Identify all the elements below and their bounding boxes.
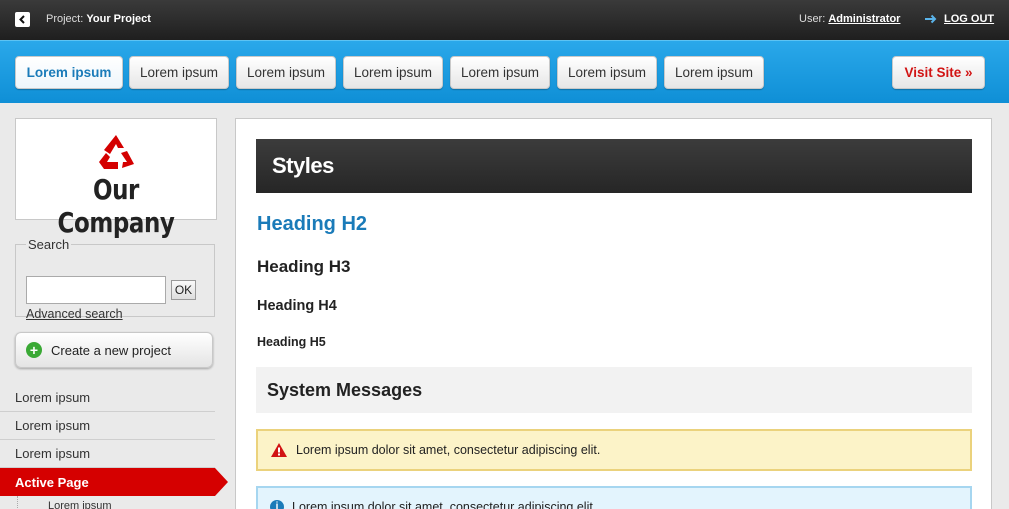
user-name-link[interactable]: Administrator [828, 13, 900, 25]
back-arrow-icon [19, 15, 25, 24]
top-bar: Project: Your Project User: Administrato… [0, 0, 1009, 40]
search-legend: Search [28, 237, 70, 252]
recycle-icon [99, 135, 134, 169]
nav-tab-5[interactable]: Lorem ipsum [450, 56, 550, 89]
search-box: Search OK Advanced search [15, 237, 215, 321]
company-logo[interactable]: Our Company [15, 118, 217, 239]
side-nav-item-2[interactable]: Lorem ipsum [0, 412, 215, 440]
create-project-button[interactable]: + Create a new project [15, 332, 213, 368]
user-label: User: [799, 13, 826, 25]
warning-message: Lorem ipsum dolor sit amet, consectetur … [256, 429, 972, 471]
create-project-label: Create a new project [51, 342, 171, 358]
heading-h4: Heading H4 [257, 298, 337, 314]
info-message: i Lorem ipsum dolor sit amet, consectetu… [256, 486, 972, 509]
info-circle-icon: i [270, 500, 284, 509]
company-name: Our Company [57, 173, 175, 239]
side-nav: Lorem ipsum Lorem ipsum Lorem ipsum Acti… [0, 384, 228, 509]
system-messages-heading: System Messages [256, 367, 972, 413]
search-input[interactable] [26, 276, 166, 304]
side-nav-item-active[interactable]: Active Page [0, 468, 228, 496]
warning-text: Lorem ipsum dolor sit amet, consectetur … [296, 443, 601, 457]
main-nav: Lorem ipsum Lorem ipsum Lorem ipsum Lore… [0, 40, 1009, 103]
nav-tab-4[interactable]: Lorem ipsum [343, 56, 443, 89]
heading-h2: Heading H2 [257, 213, 368, 235]
nav-tab-3[interactable]: Lorem ipsum [236, 56, 336, 89]
user-info: User: Administrator [799, 13, 900, 25]
project-label: Project: [46, 13, 84, 25]
project-name: Your Project [86, 13, 151, 25]
plus-circle-icon: + [26, 342, 42, 358]
heading-h3: Heading H3 [257, 257, 351, 276]
logout[interactable]: LOG OUT [925, 13, 994, 25]
visit-site-button[interactable]: Visit Site » [892, 56, 985, 89]
side-nav-item-1[interactable]: Lorem ipsum [0, 384, 215, 412]
advanced-search-link[interactable]: Advanced search [26, 307, 123, 321]
page-title: Styles [256, 139, 972, 193]
main-panel: Styles Heading H2 Heading H3 Heading H4 … [235, 118, 992, 509]
search-ok-button[interactable]: OK [171, 280, 196, 300]
info-text: Lorem ipsum dolor sit amet, consectetur … [292, 500, 597, 509]
heading-h5: Heading H5 [257, 335, 326, 349]
nav-tab-2[interactable]: Lorem ipsum [129, 56, 229, 89]
logout-link[interactable]: LOG OUT [944, 13, 994, 25]
side-nav-item-3[interactable]: Lorem ipsum [0, 440, 215, 468]
logout-arrow-icon [925, 14, 937, 24]
side-nav-subitem-1[interactable]: Lorem ipsum [17, 496, 215, 509]
project-info: Project: Your Project [46, 13, 151, 25]
back-button[interactable] [15, 12, 30, 27]
nav-tab-7[interactable]: Lorem ipsum [664, 56, 764, 89]
warning-triangle-icon [271, 443, 287, 457]
nav-tab-1[interactable]: Lorem ipsum [15, 56, 123, 89]
nav-tab-6[interactable]: Lorem ipsum [557, 56, 657, 89]
